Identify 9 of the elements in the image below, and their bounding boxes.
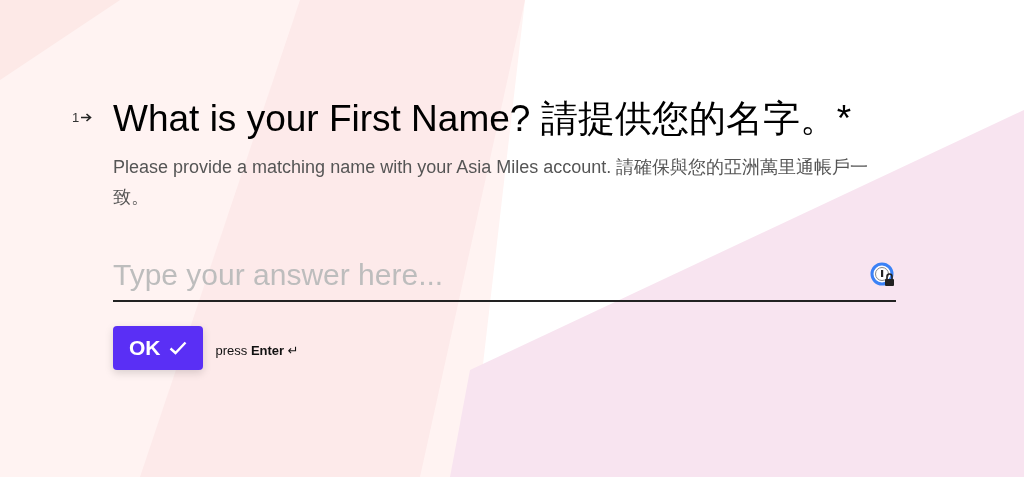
- keyboard-hint: press Enter ↵: [215, 342, 299, 358]
- arrow-icon: [81, 113, 93, 122]
- check-icon: [168, 341, 187, 355]
- question-number: 1: [72, 110, 80, 125]
- password-manager-icon[interactable]: [870, 262, 896, 288]
- question-title: What is your First Name? 請提供您的名字。*: [113, 97, 852, 141]
- answer-field[interactable]: Type your answer here...: [113, 258, 870, 292]
- question-description: Please provide a matching name with your Asia Miles account. 請確保與您的亞洲萬里通帳戶一致。: [113, 156, 870, 209]
- ok-button[interactable]: OK: [113, 326, 203, 370]
